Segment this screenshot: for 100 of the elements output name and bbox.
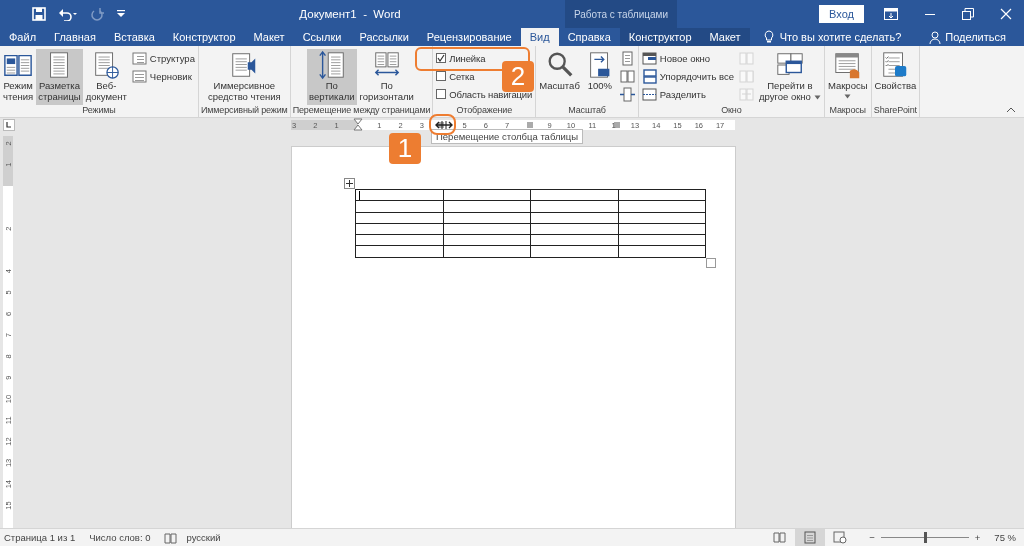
view-button[interactable] [795, 529, 826, 546]
close-icon[interactable] [1000, 8, 1012, 20]
icon-button[interactable] [617, 68, 637, 84]
table-cell[interactable] [355, 223, 443, 235]
table-cell[interactable] [530, 189, 618, 201]
zoom-in-button[interactable]: + [974, 532, 981, 543]
table-cell[interactable] [530, 234, 618, 246]
column-marker[interactable] [614, 122, 620, 128]
zoom-percent[interactable]: 75 % [994, 532, 1016, 543]
indent-marker[interactable] [353, 118, 363, 131]
table-cell[interactable] [443, 212, 531, 224]
table-cell[interactable] [530, 246, 618, 258]
checkbox[interactable] [436, 71, 447, 81]
ribbon-button[interactable]: Режим чтения [1, 49, 36, 105]
ribbon-tab[interactable]: Конструктор [619, 28, 701, 46]
table-cell[interactable] [443, 200, 531, 213]
window-title: Документ1 - Word [298, 8, 402, 20]
ribbon-tab[interactable]: Рассылки [350, 28, 418, 46]
proofing-book-icon[interactable] [164, 531, 179, 544]
person-icon [929, 30, 942, 44]
ribbon-button[interactable]: По вертикали [307, 49, 357, 105]
slider-thumb[interactable] [923, 532, 927, 543]
ribbon-tab[interactable]: Вид [520, 28, 559, 46]
redo-icon [90, 7, 104, 21]
ribbon-tab[interactable]: Главная [45, 28, 105, 46]
lightbulb-icon [763, 30, 774, 44]
save-icon[interactable] [32, 7, 46, 21]
ribbon-tab[interactable]: Макет [244, 28, 294, 46]
checkbox[interactable] [436, 89, 447, 99]
ribbon-tab[interactable]: Файл [0, 28, 46, 46]
table-cell[interactable] [530, 212, 618, 224]
icon-button[interactable] [617, 86, 637, 102]
checkbox-label[interactable]: Линейка [449, 52, 486, 64]
group-label: Иммерсивный режим [199, 105, 289, 117]
collapse-ribbon-icon[interactable] [1006, 105, 1016, 113]
table-cell[interactable] [618, 246, 706, 258]
page-count[interactable]: Страница 1 из 1 [4, 532, 76, 543]
table-cell[interactable] [618, 223, 706, 235]
group-label: Макросы [828, 105, 867, 117]
table-cell[interactable] [618, 189, 706, 201]
ribbon-tab[interactable]: Вставка [104, 28, 164, 46]
ribbon-button[interactable]: По горизонтали [357, 49, 416, 105]
ribbon-tab[interactable]: Ссылки [293, 28, 351, 46]
ribbon-tab[interactable]: Конструктор [163, 28, 245, 46]
restore-icon[interactable] [962, 8, 974, 20]
share-link[interactable]: Поделиться [945, 31, 1006, 43]
tell-me-text[interactable]: Что вы хотите сделать? [779, 31, 902, 43]
word-count[interactable]: Число слов: 0 [89, 532, 151, 543]
text-cursor [359, 191, 360, 200]
table-cell[interactable] [618, 234, 706, 246]
one-page-icon [619, 50, 635, 66]
table-cell[interactable] [530, 223, 618, 235]
undo-icon[interactable] [58, 7, 78, 21]
ribbon-button[interactable]: Разделить [639, 86, 736, 102]
split-window-icon [641, 86, 657, 102]
ribbon-button[interactable]: Макросы [825, 49, 870, 105]
column-marker[interactable] [527, 122, 533, 128]
group-label: SharePoint [872, 105, 918, 117]
checkbox-label[interactable]: Сетка [449, 70, 475, 82]
language-label[interactable]: русский [186, 532, 221, 543]
table-cell[interactable] [443, 246, 531, 258]
table-resize-handle-icon[interactable] [706, 258, 716, 268]
zoom-out-button[interactable]: − [869, 532, 875, 543]
table-cell[interactable] [443, 234, 531, 246]
table-cell[interactable] [443, 223, 531, 235]
sign-in-button[interactable]: Вход [819, 5, 864, 23]
ribbon-button[interactable]: Разметка страницы [36, 49, 83, 105]
table-cell[interactable] [443, 189, 531, 201]
ribbon-button[interactable]: Свойства [872, 49, 919, 105]
ribbon-tab[interactable]: Рецензирование [417, 28, 521, 46]
ribbon-button[interactable]: Новое окно [639, 50, 736, 66]
ribbon-button[interactable]: 100% [582, 49, 617, 105]
ribbon-button[interactable]: Черновик [129, 68, 197, 84]
draft-page-icon [131, 68, 147, 84]
ribbon-button[interactable]: Структура [129, 50, 197, 66]
ribbon-tab[interactable]: Макет [700, 28, 750, 46]
tab-stop-icon[interactable] [3, 119, 15, 131]
ribbon-tab[interactable]: Справка [558, 28, 620, 46]
table-cell[interactable] [618, 212, 706, 224]
ribbon-button[interactable]: Упорядочить все [639, 68, 736, 84]
ribbon-button[interactable]: Перейти в другое окно [757, 49, 823, 105]
table-cell[interactable] [530, 200, 618, 213]
customize-caret-icon[interactable] [116, 9, 126, 19]
table-cell[interactable] [355, 212, 443, 224]
table-cell[interactable] [355, 246, 443, 258]
print-layout-icon [803, 531, 818, 544]
column-marker[interactable] [438, 122, 444, 128]
group-label: Режимы [81, 105, 117, 117]
table-cell[interactable] [618, 200, 706, 213]
ribbon-button[interactable]: Иммерсивное средство чтения [205, 49, 283, 105]
checkbox[interactable] [436, 53, 447, 63]
table-move-handle-icon[interactable] [344, 178, 355, 189]
table-cell[interactable] [355, 189, 443, 201]
table-cell[interactable] [355, 234, 443, 246]
new-window-icon [641, 50, 657, 66]
side-by-side-icon [739, 50, 754, 66]
ribbon-button[interactable]: Масштаб [537, 49, 582, 105]
ribbon-display-icon[interactable] [884, 8, 898, 20]
ribbon-button[interactable]: Веб- документ [83, 49, 129, 105]
table-cell[interactable] [355, 200, 443, 213]
